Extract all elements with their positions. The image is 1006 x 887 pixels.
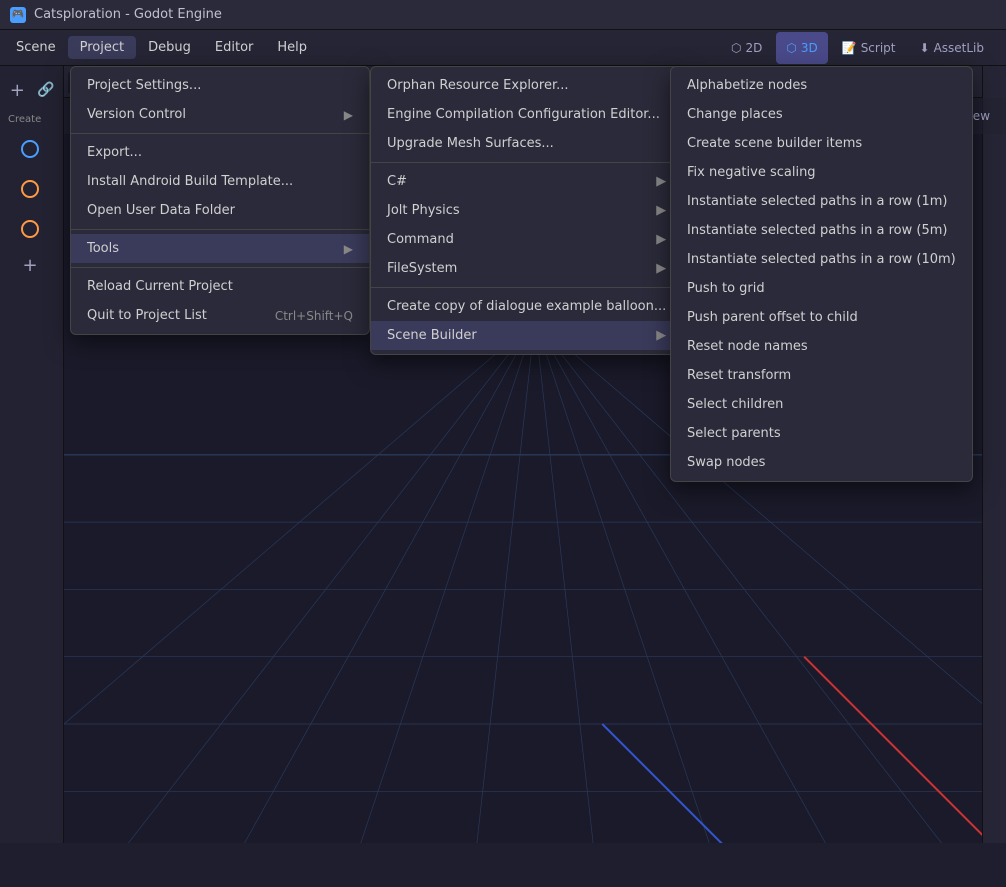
sb-alphabetize[interactable]: Alphabetize nodes [671, 71, 972, 100]
csharp-arrow: ▶ [656, 174, 666, 189]
app-icon: 🎮 [10, 7, 26, 23]
tools-sep-1 [371, 162, 682, 163]
sb-push-grid[interactable]: Push to grid [671, 274, 972, 303]
scene-builder-arrow: ▶ [656, 328, 666, 343]
node-orange-2 [4, 211, 56, 247]
toolbar-assetlib-btn[interactable]: ⬇AssetLib [910, 32, 995, 64]
pm-quit[interactable]: Quit to Project List Ctrl+Shift+Q [71, 301, 369, 330]
pm-reload[interactable]: Reload Current Project [71, 272, 369, 301]
toolbar-3d-btn[interactable]: ⬡3D [776, 32, 827, 64]
menu-scene[interactable]: Scene [4, 36, 68, 59]
tools-csharp[interactable]: C# ▶ [371, 167, 682, 196]
tools-scene-builder[interactable]: Scene Builder ▶ [371, 321, 682, 350]
sb-swap-nodes[interactable]: Swap nodes [671, 448, 972, 477]
command-arrow: ▶ [656, 232, 666, 247]
menubar: Scene Project Debug Editor Help ⬡2D ⬡3D … [0, 30, 1006, 66]
tools-sep-2 [371, 287, 682, 288]
sb-reset-transform[interactable]: Reset transform [671, 361, 972, 390]
pm-user-data[interactable]: Open User Data Folder [71, 196, 369, 225]
pm-vc-arrow: ▶ [344, 108, 353, 122]
circle-blue [21, 140, 39, 158]
window-title: Catsploration - Godot Engine [34, 7, 222, 22]
tools-filesystem[interactable]: FileSystem ▶ [371, 254, 682, 283]
scenebuilder-submenu: Alphabetize nodes Change places Create s… [670, 66, 973, 482]
node-blue-1 [4, 131, 56, 167]
tools-submenu: Orphan Resource Explorer... Engine Compi… [370, 66, 683, 355]
toolbar-script-btn[interactable]: 📝Script [832, 32, 906, 64]
pm-sep-3 [71, 267, 369, 268]
sb-reset-names[interactable]: Reset node names [671, 332, 972, 361]
filesystem-arrow: ▶ [656, 261, 666, 276]
sidebar: + 🔗 Create + [0, 66, 64, 843]
menu-help[interactable]: Help [265, 36, 319, 59]
pm-version-control[interactable]: Version Control ▶ [71, 100, 369, 129]
pm-android[interactable]: Install Android Build Template... [71, 167, 369, 196]
tools-dialogue-balloon[interactable]: Create copy of dialogue example balloon.… [371, 292, 682, 321]
pm-tools[interactable]: Tools ▶ [71, 234, 369, 263]
toolbar-2d-btn[interactable]: ⬡2D [721, 32, 772, 64]
sb-push-offset[interactable]: Push parent offset to child [671, 303, 972, 332]
sb-change-places[interactable]: Change places [671, 100, 972, 129]
sb-select-children[interactable]: Select children [671, 390, 972, 419]
pm-sep-2 [71, 229, 369, 230]
add-scene-button[interactable]: + [4, 251, 56, 279]
tools-jolt[interactable]: Jolt Physics ▶ [371, 196, 682, 225]
menu-editor[interactable]: Editor [203, 36, 265, 59]
circle-orange-2 [21, 220, 39, 238]
menu-project[interactable]: Project [68, 36, 136, 59]
sb-instantiate-1m[interactable]: Instantiate selected paths in a row (1m) [671, 187, 972, 216]
sb-create-items[interactable]: Create scene builder items [671, 129, 972, 158]
sb-select-parents[interactable]: Select parents [671, 419, 972, 448]
tools-engine-comp[interactable]: Engine Compilation Configuration Editor.… [371, 100, 682, 129]
circle-orange-1 [21, 180, 39, 198]
pm-sep-1 [71, 133, 369, 134]
pm-quit-shortcut: Ctrl+Shift+Q [275, 309, 353, 323]
link-node-button[interactable]: 🔗 [33, 76, 60, 104]
right-panel [982, 66, 1006, 843]
create-label: Create [4, 112, 59, 127]
pm-export[interactable]: Export... [71, 138, 369, 167]
tools-upgrade-mesh[interactable]: Upgrade Mesh Surfaces... [371, 129, 682, 158]
jolt-arrow: ▶ [656, 203, 666, 218]
menu-debug[interactable]: Debug [136, 36, 203, 59]
sb-instantiate-10m[interactable]: Instantiate selected paths in a row (10m… [671, 245, 972, 274]
tools-orphan[interactable]: Orphan Resource Explorer... [371, 71, 682, 100]
pm-tools-arrow: ▶ [344, 242, 353, 256]
titlebar: 🎮 Catsploration - Godot Engine [0, 0, 1006, 30]
sb-instantiate-5m[interactable]: Instantiate selected paths in a row (5m) [671, 216, 972, 245]
tools-command[interactable]: Command ▶ [371, 225, 682, 254]
add-node-button[interactable]: + [4, 76, 31, 104]
pm-project-settings[interactable]: Project Settings... [71, 71, 369, 100]
node-orange-1 [4, 171, 56, 207]
sb-fix-scaling[interactable]: Fix negative scaling [671, 158, 972, 187]
project-menu: Project Settings... Version Control ▶ Ex… [70, 66, 370, 335]
